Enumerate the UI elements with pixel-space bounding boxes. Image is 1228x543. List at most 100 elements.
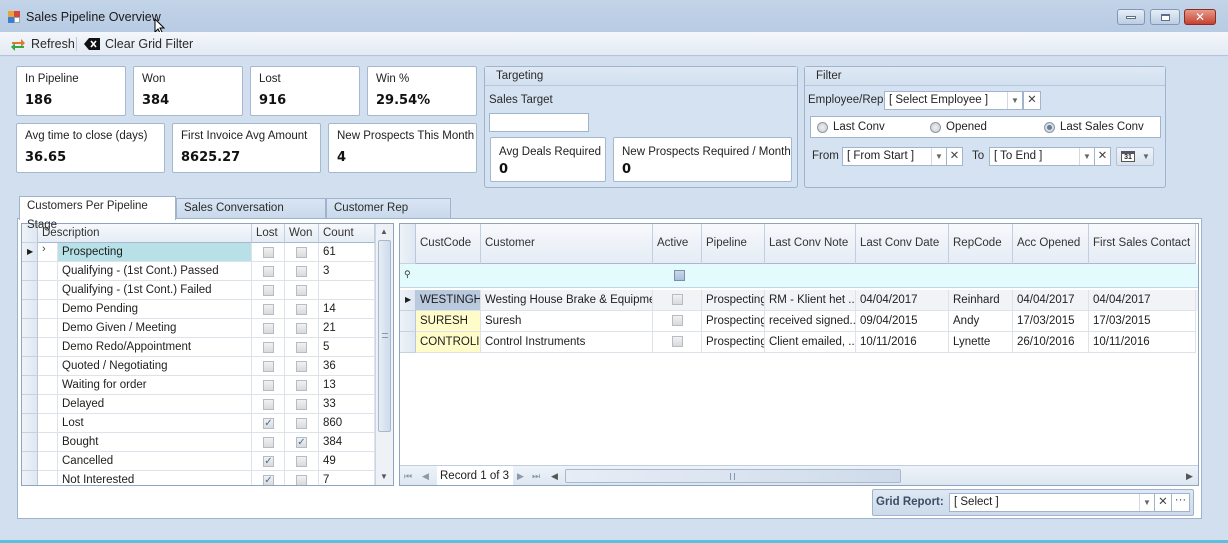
column-header-repcode[interactable]: RepCode xyxy=(949,224,1013,264)
active-checkbox[interactable] xyxy=(672,294,683,305)
row-indicator[interactable]: ▶ xyxy=(22,243,38,262)
lost-checkbox[interactable] xyxy=(263,304,274,315)
stage-row[interactable]: Cancelled ✓ 49 xyxy=(22,452,375,471)
expand-cell[interactable] xyxy=(38,452,58,471)
first-record-icon[interactable]: ⏮ xyxy=(404,471,412,482)
from-date-clear-button[interactable]: ✕ xyxy=(946,147,963,166)
expand-cell[interactable] xyxy=(38,262,58,281)
stage-row[interactable]: Qualifying - (1st Cont.) Failed xyxy=(22,281,375,300)
expand-cell[interactable] xyxy=(38,338,58,357)
to-date-clear-button[interactable]: ✕ xyxy=(1094,147,1111,166)
employee-clear-button[interactable]: ✕ xyxy=(1023,91,1041,110)
row-indicator[interactable] xyxy=(22,281,38,300)
won-checkbox[interactable] xyxy=(296,380,307,391)
customer-row[interactable]: ▶ WESTINGH Westing House Brake & Equipment… xyxy=(400,290,1198,311)
horizontal-scrollbar-thumb[interactable] xyxy=(565,469,901,483)
last-record-icon[interactable]: ⏭ xyxy=(532,471,540,482)
row-indicator[interactable]: ▶ xyxy=(400,290,416,311)
scroll-left-icon[interactable]: ◀ xyxy=(551,471,558,482)
row-indicator[interactable] xyxy=(400,332,416,353)
row-indicator[interactable] xyxy=(22,338,38,357)
to-date-select[interactable]: [ To End ] ▼ xyxy=(989,147,1095,166)
sales-target-input[interactable] xyxy=(489,113,589,132)
close-button[interactable]: ✕ xyxy=(1184,9,1216,25)
won-checkbox[interactable] xyxy=(296,418,307,429)
column-header-custcode[interactable]: CustCode xyxy=(416,224,481,264)
scroll-down-icon[interactable]: ▼ xyxy=(380,472,388,481)
maximize-button[interactable] xyxy=(1150,9,1180,25)
lost-checkbox[interactable] xyxy=(263,437,274,448)
tab-customer-rep-analysis[interactable]: Customer Rep Analysis xyxy=(326,198,451,233)
active-checkbox[interactable] xyxy=(672,336,683,347)
row-indicator[interactable] xyxy=(22,452,38,471)
chevron-down-icon[interactable]: ▼ xyxy=(1139,494,1154,511)
lost-checkbox[interactable] xyxy=(263,342,274,353)
active-filter-checkbox[interactable] xyxy=(674,270,685,281)
grid-report-clear-button[interactable]: ✕ xyxy=(1154,493,1172,512)
column-header-description[interactable]: Description xyxy=(38,224,252,243)
lost-checkbox[interactable] xyxy=(263,266,274,277)
won-checkbox[interactable] xyxy=(296,475,307,485)
lost-checkbox[interactable] xyxy=(263,285,274,296)
column-header-pipeline[interactable]: Pipeline xyxy=(702,224,765,264)
lost-checkbox[interactable] xyxy=(263,399,274,410)
next-record-icon[interactable]: ▶ xyxy=(517,471,524,482)
stage-row[interactable]: Bought ✓ 384 xyxy=(22,433,375,452)
stage-row[interactable]: Not Interested ✓ 7 xyxy=(22,471,375,485)
auto-filter-row[interactable]: ⚲ xyxy=(400,264,1198,288)
minimize-button[interactable] xyxy=(1117,9,1145,25)
lost-checkbox[interactable]: ✓ xyxy=(263,456,274,467)
row-indicator[interactable] xyxy=(22,357,38,376)
row-indicator[interactable] xyxy=(22,376,38,395)
won-checkbox[interactable]: ✓ xyxy=(296,437,307,448)
won-checkbox[interactable] xyxy=(296,323,307,334)
grid-report-select[interactable]: [ Select ] ▼ xyxy=(949,493,1155,512)
expand-cell[interactable] xyxy=(38,376,58,395)
chevron-down-icon[interactable]: ▼ xyxy=(1007,92,1022,109)
radio-last-conv[interactable]: Last Conv xyxy=(817,121,885,133)
clear-grid-filter-button[interactable]: Clear Grid Filter xyxy=(84,35,193,53)
row-indicator[interactable] xyxy=(22,414,38,433)
expand-cell[interactable] xyxy=(38,395,58,414)
refresh-button[interactable]: Refresh xyxy=(10,35,75,53)
expand-cell[interactable] xyxy=(38,357,58,376)
tab-customers-per-pipeline-stage[interactable]: Customers Per Pipeline Stage xyxy=(19,196,176,231)
column-header-count[interactable]: Count xyxy=(319,224,375,243)
column-header-active[interactable]: Active xyxy=(653,224,702,264)
radio-opened[interactable]: Opened xyxy=(930,121,987,133)
row-indicator[interactable] xyxy=(22,433,38,452)
active-checkbox[interactable] xyxy=(672,315,683,326)
row-indicator[interactable] xyxy=(22,395,38,414)
lost-checkbox[interactable]: ✓ xyxy=(263,418,274,429)
stage-row[interactable]: Qualifying - (1st Cont.) Passed 3 xyxy=(22,262,375,281)
lost-checkbox[interactable] xyxy=(263,323,274,334)
column-header-first-sales-contact[interactable]: First Sales Contact xyxy=(1089,224,1196,264)
stage-row[interactable]: Waiting for order 13 xyxy=(22,376,375,395)
customer-row[interactable]: SURESH Suresh Prospecting received signed..… xyxy=(400,311,1198,332)
won-checkbox[interactable] xyxy=(296,304,307,315)
expand-cell[interactable] xyxy=(38,319,58,338)
column-header-last-conv-date[interactable]: Last Conv Date xyxy=(856,224,949,264)
column-header-last-conv-note[interactable]: Last Conv Note xyxy=(765,224,856,264)
lost-checkbox[interactable] xyxy=(263,361,274,372)
grid-report-more-button[interactable]: ··· xyxy=(1171,493,1190,512)
chevron-down-icon[interactable]: ▼ xyxy=(1079,148,1094,165)
previous-record-icon[interactable]: ◀ xyxy=(422,471,429,482)
won-checkbox[interactable] xyxy=(296,266,307,277)
stage-row[interactable]: Quoted / Negotiating 36 xyxy=(22,357,375,376)
employee-select[interactable]: [ Select Employee ] ▼ xyxy=(884,91,1023,110)
customer-row[interactable]: CONTROLI Control Instruments Prospecting Cl… xyxy=(400,332,1198,353)
won-checkbox[interactable] xyxy=(296,361,307,372)
lost-checkbox[interactable] xyxy=(263,380,274,391)
chevron-down-icon[interactable]: ▼ xyxy=(931,148,946,165)
stage-grid-vertical-scrollbar[interactable]: ▲ ▼ xyxy=(375,224,393,485)
column-header-won[interactable]: Won xyxy=(285,224,319,243)
lost-checkbox[interactable]: ✓ xyxy=(263,475,274,485)
expand-cell[interactable]: › xyxy=(38,243,58,262)
won-checkbox[interactable] xyxy=(296,456,307,467)
row-indicator[interactable] xyxy=(400,311,416,332)
scroll-up-icon[interactable]: ▲ xyxy=(380,227,388,236)
won-checkbox[interactable] xyxy=(296,247,307,258)
stage-row[interactable]: Delayed 33 xyxy=(22,395,375,414)
date-range-picker-button[interactable]: 31 ▼ xyxy=(1116,147,1154,166)
